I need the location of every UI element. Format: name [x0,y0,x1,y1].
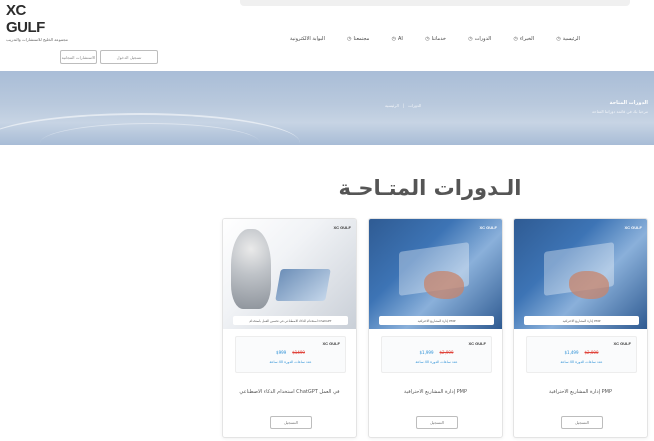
price-current: $999 [276,350,287,355]
brand-badge: XC GULF [613,341,631,346]
book-icon: ◷ [468,36,473,42]
course-hours: عدد ساعات الدورة 40 ساعة [269,360,312,364]
course-hours: عدد ساعات الدورة 40 ساعة [560,360,603,364]
card-logo: XC GULF [624,225,642,230]
register-button[interactable]: التسجيل [270,416,312,429]
nav-item-label: AI [398,36,403,42]
nav-item-experts[interactable]: ◷ الخبراء [513,36,534,42]
course-banner-text: إدارة المشاريع الاحترافية PMP [379,316,494,325]
hand-illustration [424,271,464,299]
hand-illustration [569,271,609,299]
nav-item-label: الدورات [474,36,492,42]
price-current: $1,999 [419,350,434,355]
breadcrumb-item-home[interactable]: الرئيسية [385,103,399,108]
brand-badge: XC GULF [468,341,486,346]
course-image: XC GULF إدارة المشاريع الاحترافية PMP [514,219,647,329]
price-box: XC GULF $1,999 $2,999 عدد ساعات الدورة 4… [381,336,492,373]
chip-icon: ◷ [391,36,396,42]
nav-item-label: الرئيسية [562,36,580,42]
card-logo: XC GULF [333,225,351,230]
laptop-illustration [275,269,331,301]
price-box: XC GULF $999 $1499 عدد ساعات الدورة 40 س… [235,336,346,373]
login-button[interactable]: تسجيل الدخول [100,50,158,64]
card-logo: XC GULF [479,225,497,230]
globe-icon: ◷ [347,36,352,42]
register-button[interactable]: التسجيل [416,416,458,429]
brand-badge: XC GULF [322,341,340,346]
users-icon: ◷ [513,36,518,42]
course-card[interactable]: XC GULF إدارة المشاريع الاحترافية PMP XC… [513,218,648,438]
price-box: XC GULF $1,499 $2,000 عدد ساعات الدورة 4… [526,336,637,373]
course-title[interactable]: إدارة المشاريع الاحترافية PMP [379,379,492,405]
price-current: $1,499 [564,350,579,355]
course-card[interactable]: XC GULF استخدام الذكاء الاصطناعي في تحسي… [222,218,357,438]
nav-item-services[interactable]: ◷ خدماتنا [425,36,446,42]
nav-item-label: خدماتنا [431,36,446,42]
course-banner-text: إدارة المشاريع الاحترافية PMP [524,316,639,325]
nav-item-portal[interactable]: البوابة الالكترونية [290,36,325,42]
price-old: $1499 [292,350,305,355]
course-image: XC GULF إدارة المشاريع الاحترافية PMP [369,219,502,329]
register-button[interactable]: التسجيل [561,416,603,429]
nav-item-home[interactable]: ◷ الرئيسية [556,36,580,42]
price-old: $2,000 [584,350,599,355]
course-title[interactable]: إدارة المشاريع الاحترافية PMP [524,379,637,405]
section-title: الـدورات المتـاحـة [338,176,522,200]
course-cards: XC GULF استخدام الذكاء الاصطناعي في تحسي… [222,218,648,440]
home-icon: ◷ [556,36,561,42]
breadcrumb: الرئيسية | الدورات [385,103,421,108]
course-title[interactable]: استخدام الذكاء الاصطناعي ChatGPT في العم… [233,379,346,405]
nav-item-label: مجتمعنا [353,36,370,42]
nav-item-ai[interactable]: ◷ AI [392,36,403,42]
consultation-button[interactable]: الاستشارات المجانية [60,50,97,64]
course-banner-text: استخدام الذكاء الاصطناعي في تحسين العمل … [233,316,348,325]
brand-tagline: مجموعة الخليج للاستشارات والتدريب [6,37,68,42]
prices: $1,999 $2,999 [382,350,491,355]
hero-banner: الرئيسية | الدورات الدورات المتاحة مرحبا… [0,71,654,145]
prices: $999 $1499 [236,350,345,355]
nav-item-label: الخبراء [519,36,534,42]
hero-subtitle: مرحبا بك في قائمة دوراتنا المتاحة [591,109,648,114]
course-hours: عدد ساعات الدورة 40 ساعة [415,360,458,364]
course-image: XC GULF استخدام الذكاء الاصطناعي في تحسي… [223,219,356,329]
brand-name: XC GULF [6,2,45,36]
briefcase-icon: ◷ [425,36,430,42]
hero-title: الدورات المتاحة [609,100,648,106]
robot-illustration [231,229,271,309]
main-nav: ◷ الرئيسية ◷ الخبراء ◷ الدورات ◷ خدماتنا ◷ AI… [290,33,580,45]
brand-logo[interactable]: XC GULF مجموعة الخليج للاستشارات والتدري… [6,2,68,42]
prices: $1,499 $2,000 [527,350,636,355]
breadcrumb-item-current: الدورات [408,103,422,108]
nav-item-label: البوابة الالكترونية [290,36,325,42]
nav-item-courses[interactable]: ◷ الدورات [468,36,491,42]
nav-item-community[interactable]: ◷ مجتمعنا [347,36,369,42]
top-bar-strip [240,0,630,6]
breadcrumb-separator: | [402,103,405,108]
price-old: $2,999 [439,350,454,355]
course-card[interactable]: XC GULF إدارة المشاريع الاحترافية PMP XC… [368,218,503,438]
